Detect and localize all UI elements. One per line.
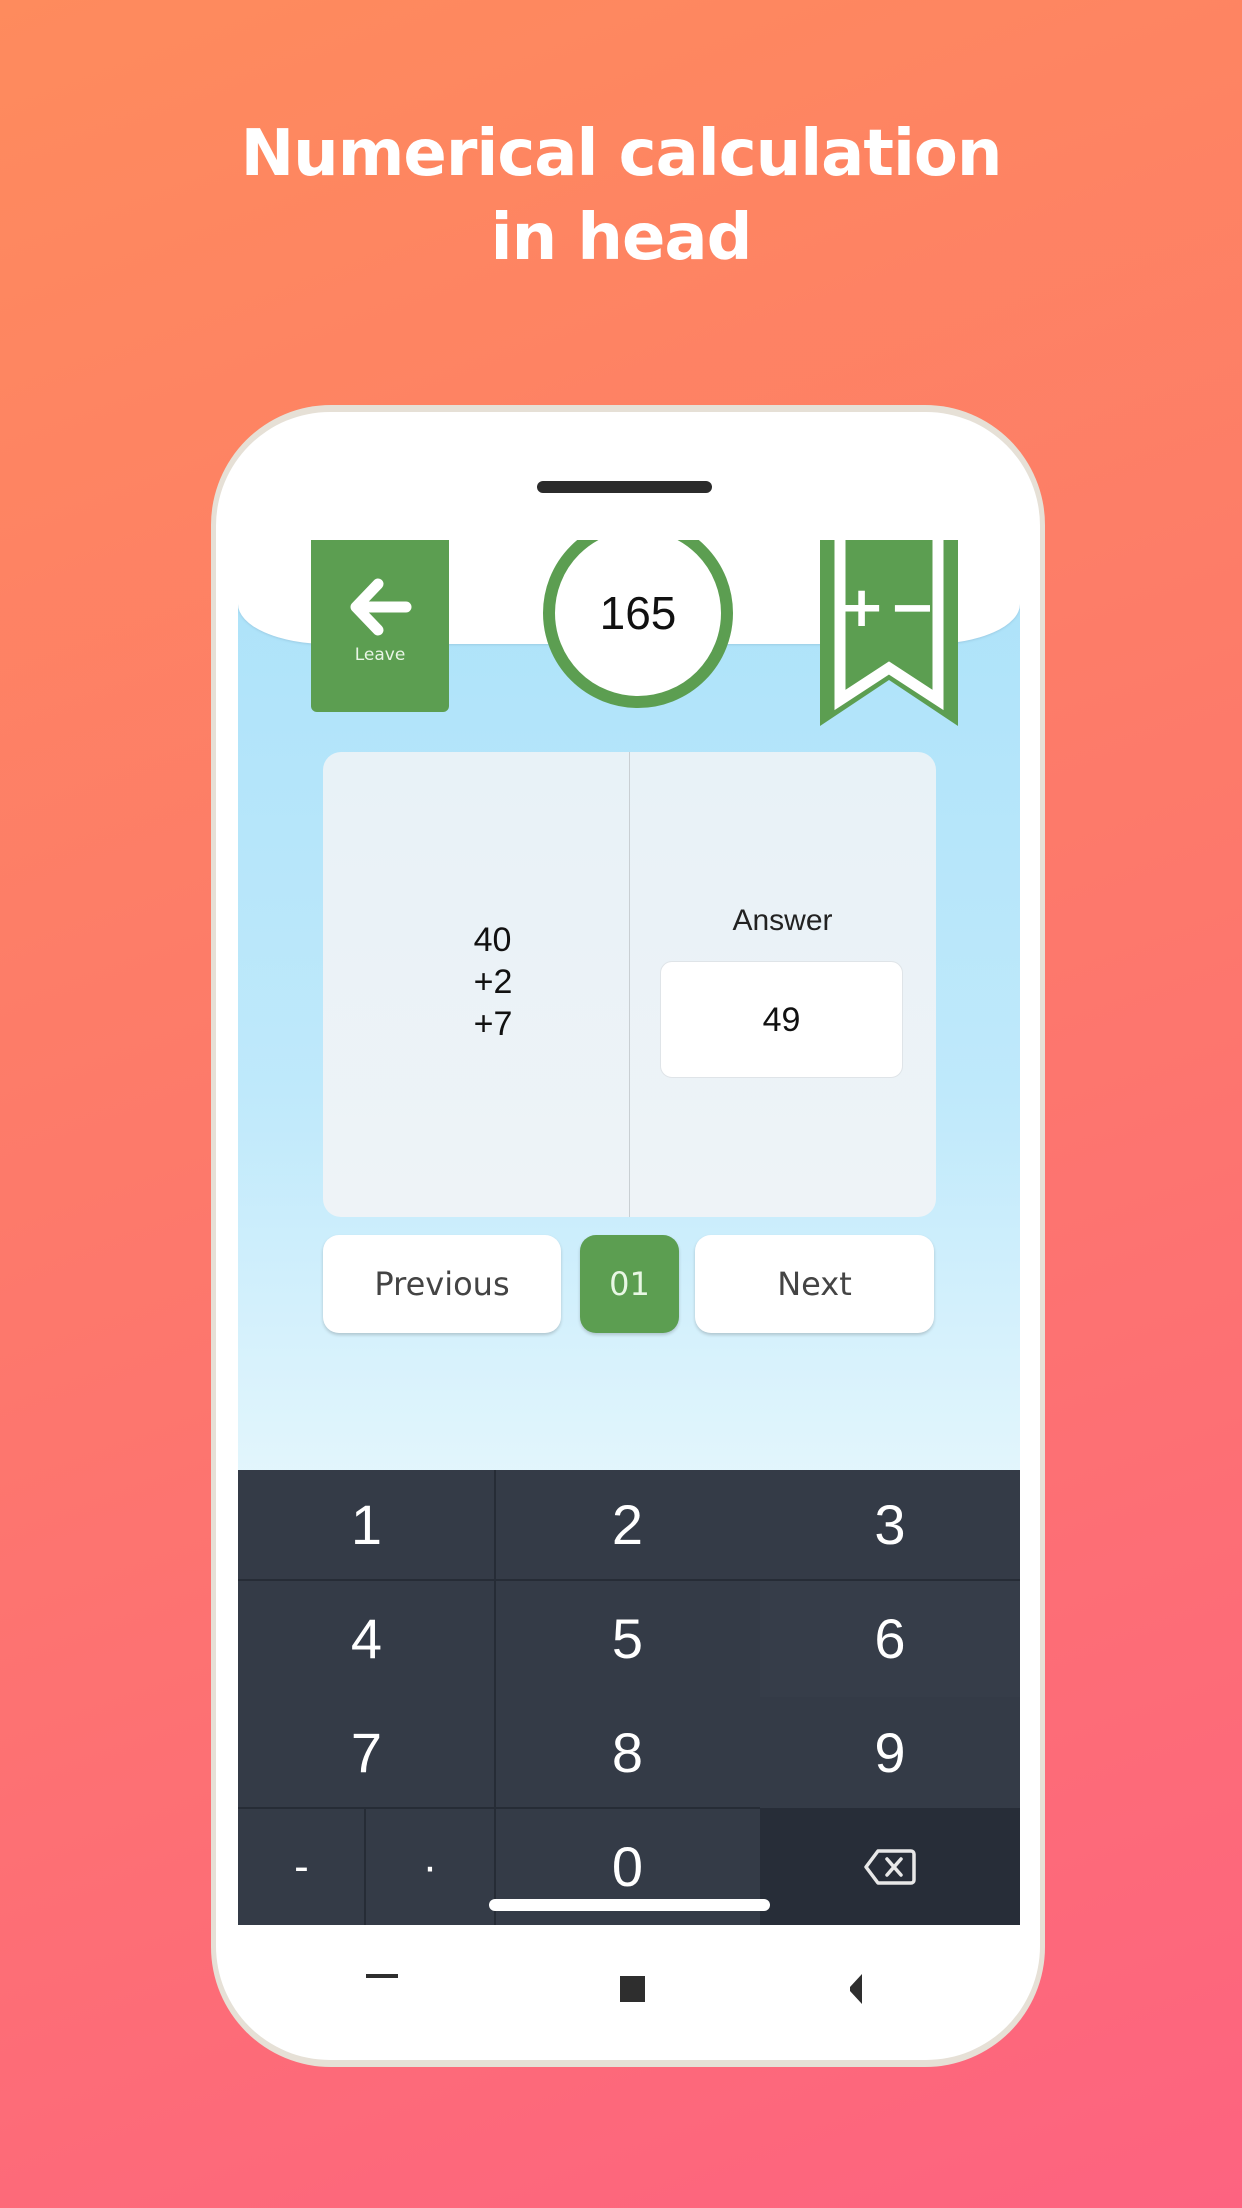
numeric-keypad: 1 2 3 4 5 6 7 8 9 - · 0 [238,1470,1020,1925]
key-6[interactable]: 6 [760,1580,1020,1697]
recents-icon[interactable] [366,1974,398,1978]
leave-button[interactable]: Leave [311,540,449,712]
problem-card: 40 +2 +7 Answer 49 [323,752,936,1217]
key-9[interactable]: 9 [760,1697,1020,1808]
key-7[interactable]: 7 [238,1697,495,1808]
headline-line-1: Numerical calculation [240,117,1003,191]
home-icon[interactable] [620,1976,645,2002]
key-divider [494,1470,496,1808]
key-divider [238,1579,1020,1581]
previous-button[interactable]: Previous [323,1235,561,1333]
answer-label: Answer [732,904,833,937]
score-ring: 165 [543,540,733,708]
answer-input[interactable]: 49 [660,961,903,1078]
mode-bookmark-button[interactable]: +− [820,540,958,726]
key-backspace[interactable] [760,1808,1020,1925]
card-divider [629,752,630,1217]
home-indicator-bar[interactable] [489,1899,770,1911]
key-decimal[interactable]: · [365,1808,495,1925]
key-8[interactable]: 8 [495,1697,760,1808]
back-icon[interactable] [848,1974,864,2004]
headline: Numerical calculation in head [0,112,1242,280]
key-1[interactable]: 1 [238,1470,495,1580]
score-value: 165 [599,587,677,639]
page-indicator: 01 [580,1235,679,1333]
key-2[interactable]: 2 [495,1470,760,1580]
key-minus[interactable]: - [238,1808,365,1925]
key-3[interactable]: 3 [760,1470,1020,1580]
app-screen: Leave 165 +− 40 +2 +7 Answer 49 Previous… [238,540,1020,1925]
phone-speaker [537,481,712,493]
mode-label: +− [838,575,940,640]
problem-line: +7 [473,1004,513,1043]
key-4[interactable]: 4 [238,1580,495,1697]
leave-label: Leave [354,645,406,665]
next-button[interactable]: Next [695,1235,934,1333]
problem-expression: 40 +2 +7 [474,919,513,1045]
key-divider [364,1808,366,1925]
arrow-left-icon [350,578,412,636]
key-divider [238,1807,760,1809]
backspace-icon [864,1849,916,1885]
problem-line: +2 [473,962,513,1001]
problem-panel: 40 +2 +7 [323,752,629,1217]
headline-line-2: in head [490,201,753,275]
problem-line: 40 [473,920,512,959]
key-5[interactable]: 5 [495,1580,760,1697]
